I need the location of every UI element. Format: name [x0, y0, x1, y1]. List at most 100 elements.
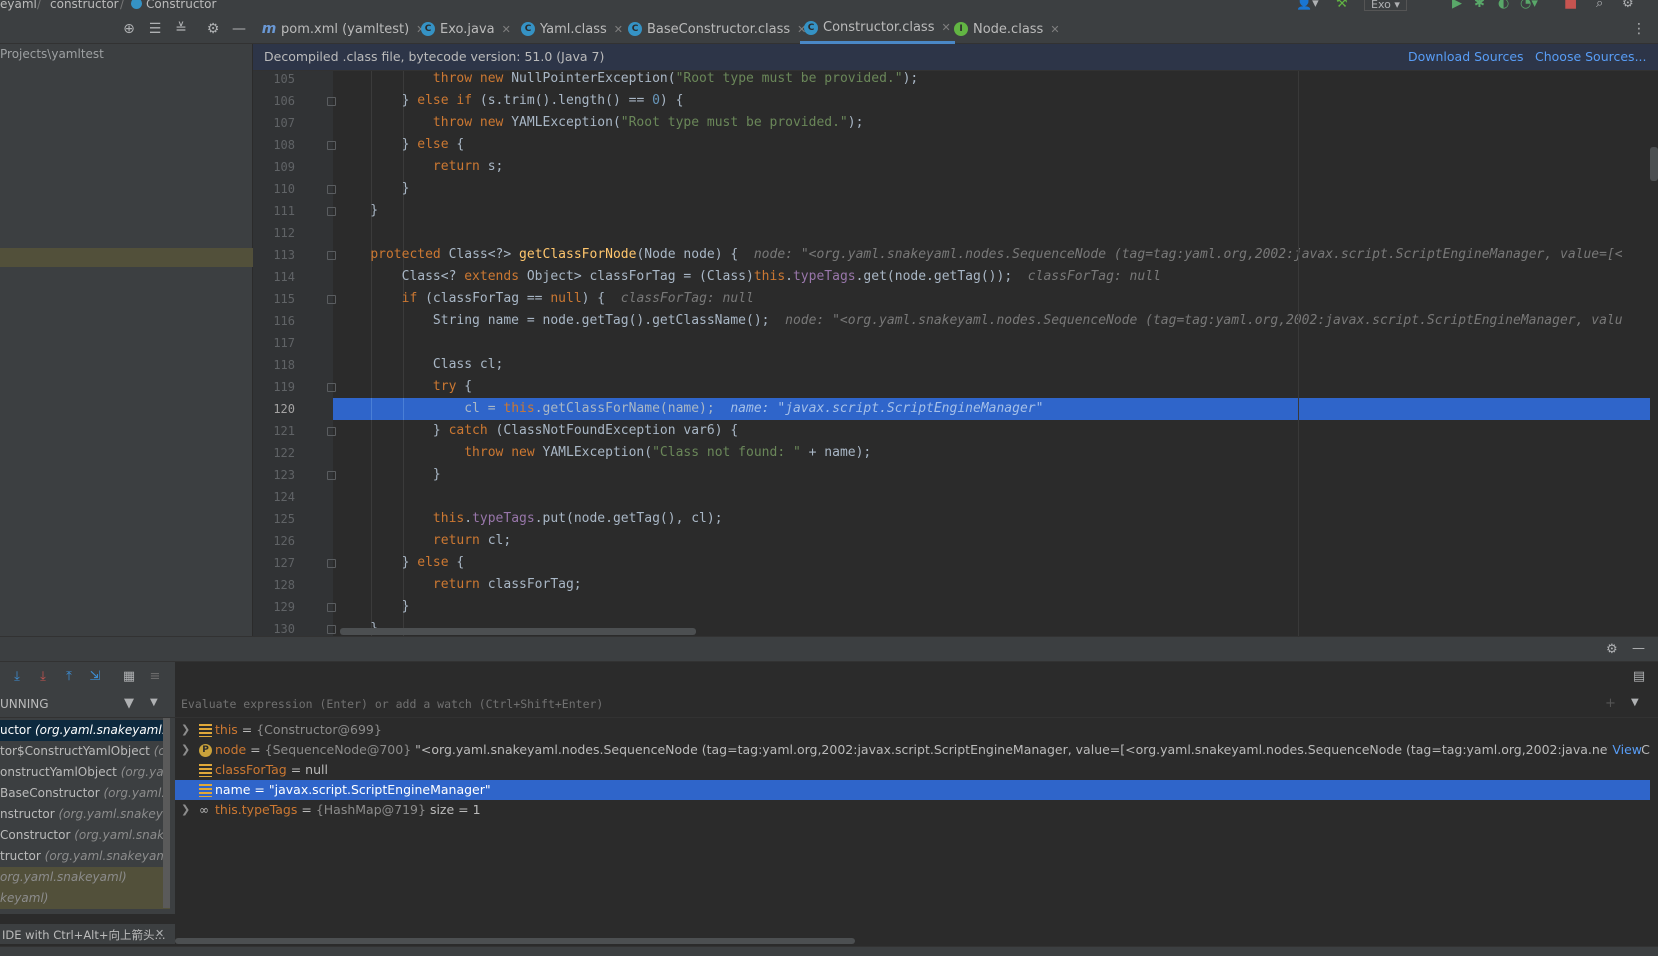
- close-icon[interactable]: ✕: [1050, 23, 1059, 36]
- code-line[interactable]: if (classForTag == null) { classForTag: …: [333, 288, 1650, 310]
- download-sources-link[interactable]: Download Sources: [1408, 49, 1524, 64]
- run-icon[interactable]: ▶: [1452, 0, 1462, 11]
- line-number[interactable]: 114: [253, 270, 295, 284]
- variable-row[interactable]: ❯ this = {Constructor@699}: [175, 720, 1650, 740]
- fold-marker-icon[interactable]: [327, 559, 336, 568]
- code-line[interactable]: return cl;: [333, 530, 1650, 552]
- fold-marker-icon[interactable]: [327, 141, 336, 150]
- code-line[interactable]: }: [333, 178, 1650, 200]
- line-number[interactable]: 108: [253, 138, 295, 152]
- code-line[interactable]: } catch (ClassNotFoundException var6) {: [333, 420, 1650, 442]
- code-line[interactable]: [333, 222, 1650, 244]
- run-config-select[interactable]: Exo ▾: [1364, 0, 1407, 11]
- fold-marker-icon[interactable]: [327, 603, 336, 612]
- line-number[interactable]: 123: [253, 468, 295, 482]
- variables-horizontal-scrollbar[interactable]: [175, 938, 855, 944]
- settings-gear-icon[interactable]: ⚙: [1622, 0, 1634, 11]
- code-line[interactable]: protected Class<?> getClassForNode(Node …: [333, 244, 1650, 266]
- fold-marker-icon[interactable]: [327, 251, 336, 260]
- breadcrumb-class[interactable]: Constructor: [146, 0, 216, 11]
- code-line[interactable]: [333, 486, 1650, 508]
- line-number[interactable]: 125: [253, 512, 295, 526]
- code-line[interactable]: } else if (s.trim().length() == 0) {: [333, 90, 1650, 112]
- line-number[interactable]: 127: [253, 556, 295, 570]
- code-line[interactable]: }: [333, 596, 1650, 618]
- code-line[interactable]: throw new YAMLException("Class not found…: [333, 442, 1650, 464]
- line-number[interactable]: 129: [253, 600, 295, 614]
- tab-yaml-class[interactable]: C Yaml.class ✕: [517, 14, 627, 44]
- frames-scrollbar[interactable]: [163, 718, 170, 908]
- code-line[interactable]: return s;: [333, 156, 1650, 178]
- line-number[interactable]: 120: [253, 402, 295, 416]
- code-line[interactable]: String name = node.getTag().getClassName…: [333, 310, 1650, 332]
- stack-frame[interactable]: org.yaml.snakeyaml): [0, 867, 170, 888]
- fold-marker-icon[interactable]: [327, 625, 336, 634]
- editor-vertical-scrollbar[interactable]: [1650, 71, 1658, 636]
- line-number[interactable]: 111: [253, 204, 295, 218]
- stack-frame[interactable]: nstructor (org.yaml.snakeyaml: [0, 804, 170, 825]
- coverage-icon[interactable]: ◐: [1498, 0, 1509, 11]
- choose-sources-link[interactable]: Choose Sources...: [1535, 49, 1647, 64]
- view-link[interactable]: View: [1608, 740, 1642, 760]
- add-watch-icon[interactable]: +: [1605, 696, 1616, 711]
- line-number[interactable]: 105: [253, 72, 295, 86]
- line-number[interactable]: 113: [253, 248, 295, 262]
- tab-exo-java[interactable]: C Exo.java ✕: [417, 14, 515, 44]
- filter-icon[interactable]: ▼: [124, 696, 134, 711]
- project-path[interactable]: Projects\yamltest: [0, 47, 104, 61]
- step-into-icon[interactable]: ⤓: [34, 667, 52, 685]
- code-line[interactable]: try {: [333, 376, 1650, 398]
- editor-horizontal-scrollbar[interactable]: [340, 628, 696, 635]
- code-line[interactable]: [333, 332, 1650, 354]
- chevron-down-icon[interactable]: ▼: [150, 697, 158, 708]
- variable-row[interactable]: ❯ ∞ this.typeTags = {HashMap@719} size = 1: [175, 800, 1650, 820]
- close-icon[interactable]: ✕: [502, 23, 511, 36]
- close-icon[interactable]: ✕: [155, 927, 164, 940]
- history-dropdown-icon[interactable]: ▼: [1631, 697, 1639, 708]
- line-number[interactable]: 122: [253, 446, 295, 460]
- stack-frame[interactable]: tructor (org.yaml.snakeyaml.c: [0, 846, 170, 867]
- line-number[interactable]: 112: [253, 226, 295, 240]
- line-number[interactable]: 124: [253, 490, 295, 504]
- line-number[interactable]: 109: [253, 160, 295, 174]
- line-number[interactable]: 117: [253, 336, 295, 350]
- step-out-icon[interactable]: ⤒: [60, 667, 78, 685]
- stop-icon[interactable]: ■: [1564, 0, 1577, 11]
- more-tabs-icon[interactable]: ⋮: [1630, 20, 1648, 38]
- search-icon[interactable]: ⌕: [1596, 0, 1603, 11]
- step-over-icon[interactable]: ⤓: [8, 667, 26, 685]
- line-number[interactable]: 128: [253, 578, 295, 592]
- gear-icon[interactable]: ⚙: [1606, 642, 1618, 657]
- fold-marker-icon[interactable]: [327, 471, 336, 480]
- variable-row[interactable]: ❯ Pnode = {SequenceNode@700} "<org.yaml.s…: [175, 740, 1650, 760]
- line-number[interactable]: 130: [253, 622, 295, 636]
- line-number[interactable]: 126: [253, 534, 295, 548]
- breadcrumb-module[interactable]: eyaml: [0, 0, 37, 11]
- stack-frame[interactable]: uctor (org.yaml.snakeyaml.co: [0, 720, 170, 741]
- stack-frame[interactable]: onstructYamlObject (org.yaml.: [0, 762, 170, 783]
- code-editor[interactable]: throw new NullPointerException("Root typ…: [333, 71, 1650, 636]
- fold-marker-icon[interactable]: [327, 427, 336, 436]
- layout-icon[interactable]: ▤: [1630, 667, 1648, 685]
- editor-gutter[interactable]: [253, 71, 333, 636]
- line-number[interactable]: 119: [253, 380, 295, 394]
- code-line[interactable]: return classForTag;: [333, 574, 1650, 596]
- profile-icon[interactable]: ◔▾: [1520, 0, 1538, 11]
- expand-chevron-icon[interactable]: ❯: [181, 800, 190, 820]
- thread-selector[interactable]: UNNING ▼ ▼: [0, 690, 175, 718]
- code-line[interactable]: } else {: [333, 552, 1650, 574]
- run-to-cursor-icon[interactable]: ⇲: [86, 667, 104, 685]
- fold-marker-icon[interactable]: [327, 383, 336, 392]
- locate-icon[interactable]: ⊕: [120, 20, 138, 38]
- fold-marker-icon[interactable]: [327, 295, 336, 304]
- line-number[interactable]: 110: [253, 182, 295, 196]
- code-line[interactable]: } else {: [333, 134, 1650, 156]
- line-number[interactable]: 107: [253, 116, 295, 130]
- fold-marker-icon[interactable]: [327, 207, 336, 216]
- line-number[interactable]: 116: [253, 314, 295, 328]
- minimize-icon[interactable]: —: [230, 20, 248, 38]
- gear-icon[interactable]: ⚙: [204, 20, 222, 38]
- tab-node-class[interactable]: I Node.class ✕: [950, 14, 1064, 44]
- code-line[interactable]: }: [333, 200, 1650, 222]
- stack-frame[interactable]: keyaml): [0, 888, 170, 909]
